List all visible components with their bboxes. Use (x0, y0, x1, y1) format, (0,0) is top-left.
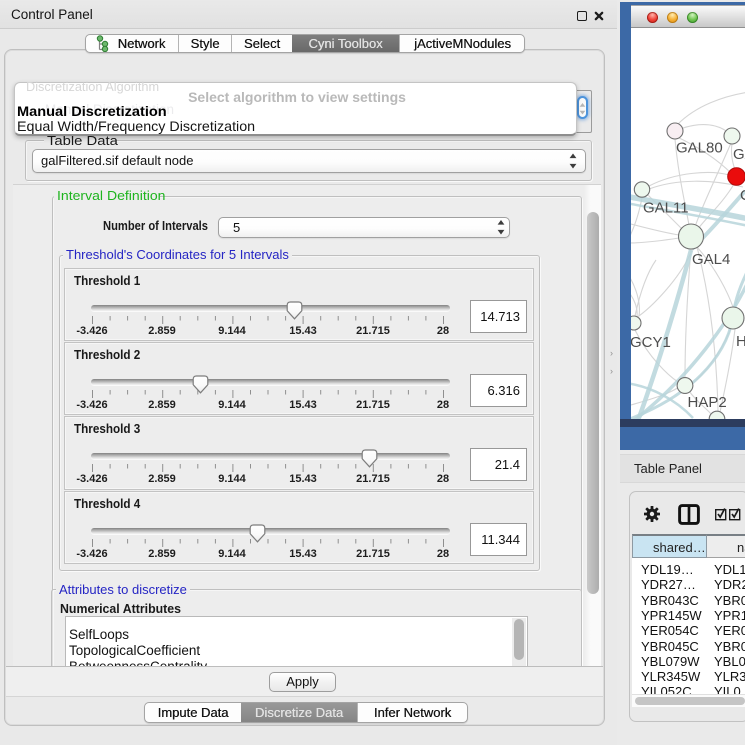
svg-text:HAP2: HAP2 (688, 394, 727, 411)
svg-text:GAL11: GAL11 (643, 200, 689, 217)
svg-text:GA: GA (733, 146, 745, 163)
svg-text:H: H (736, 333, 745, 350)
svg-text:C: C (740, 187, 745, 204)
svg-text:GAL4: GAL4 (692, 251, 730, 268)
svg-text:GCY1: GCY1 (631, 334, 671, 351)
svg-text:GAL80: GAL80 (676, 140, 723, 157)
